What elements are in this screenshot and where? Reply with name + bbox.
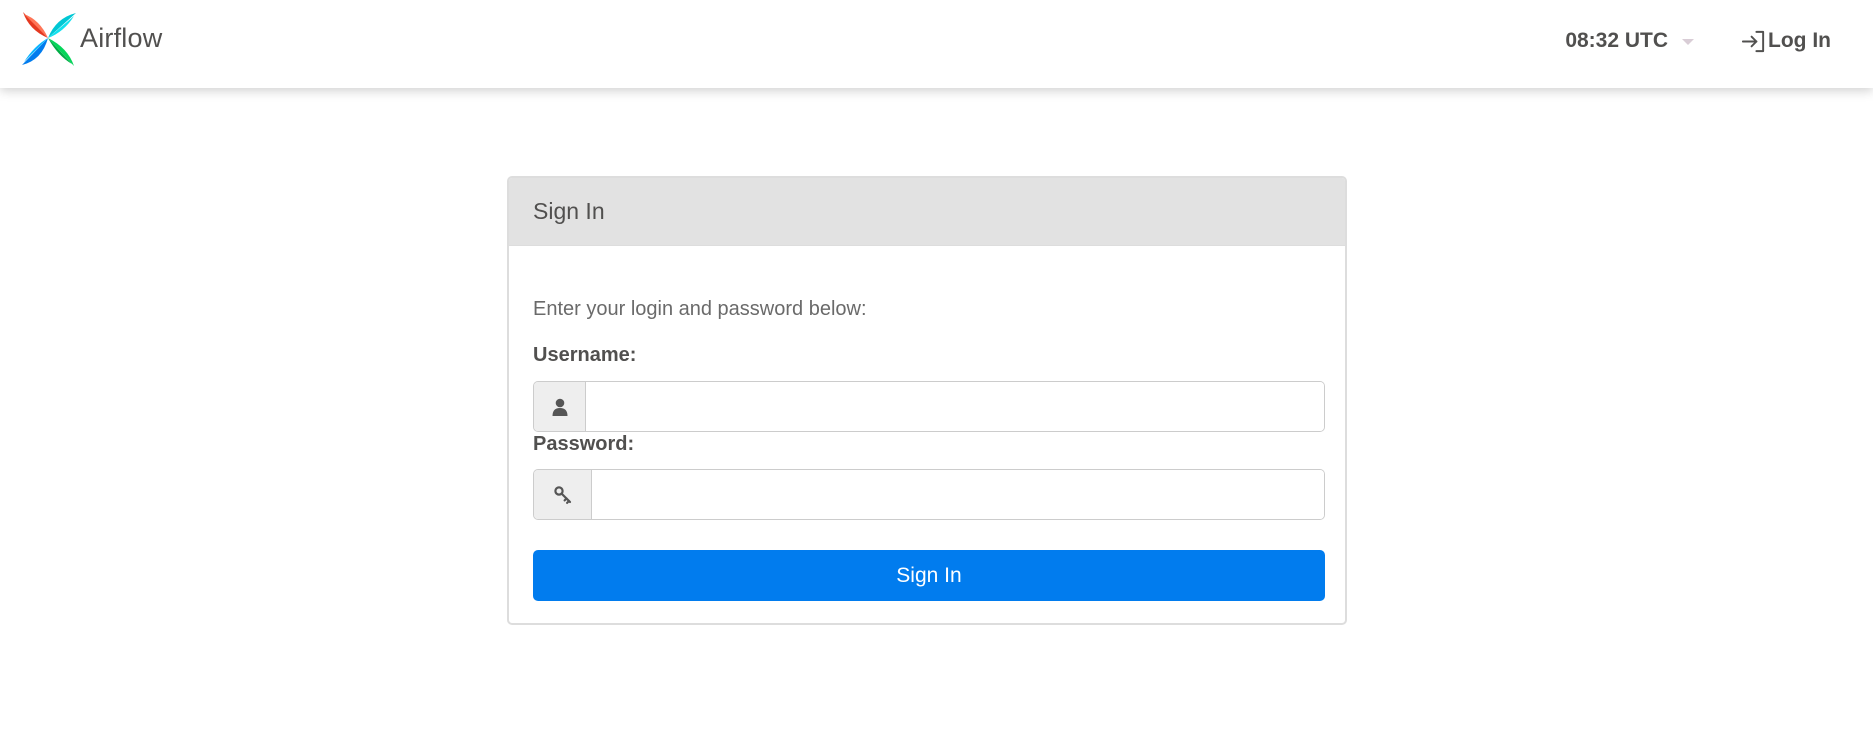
password-input-group — [533, 469, 1325, 520]
username-input-group — [533, 381, 1325, 432]
login-link[interactable]: Log In — [1740, 28, 1831, 55]
panel-heading: Sign In — [509, 178, 1345, 246]
brand-link[interactable]: Airflow — [20, 10, 162, 66]
login-intro-text: Enter your login and password below: — [533, 298, 867, 320]
sign-in-panel: Sign In Enter your login and password be… — [507, 176, 1347, 625]
caret-down-icon — [1682, 39, 1695, 45]
username-input[interactable] — [586, 382, 1324, 431]
login-label: Log In — [1768, 29, 1831, 52]
clock-time: 08:32 UTC — [1565, 29, 1669, 52]
key-icon — [534, 470, 592, 519]
brand-name: Airflow — [80, 22, 163, 53]
password-label: Password: — [533, 433, 635, 455]
user-icon — [534, 382, 586, 431]
navbar: Airflow 08:32 UTC Log In — [0, 0, 1873, 88]
navbar-right: 08:32 UTC Log In — [1565, 24, 1831, 58]
sign-in-button[interactable]: Sign In — [533, 550, 1325, 601]
login-arrow-icon — [1740, 28, 1768, 55]
password-input[interactable] — [592, 470, 1324, 519]
username-label: Username: — [533, 344, 637, 366]
clock-dropdown[interactable]: 08:32 UTC — [1565, 29, 1695, 53]
airflow-pinwheel-icon — [20, 10, 76, 66]
